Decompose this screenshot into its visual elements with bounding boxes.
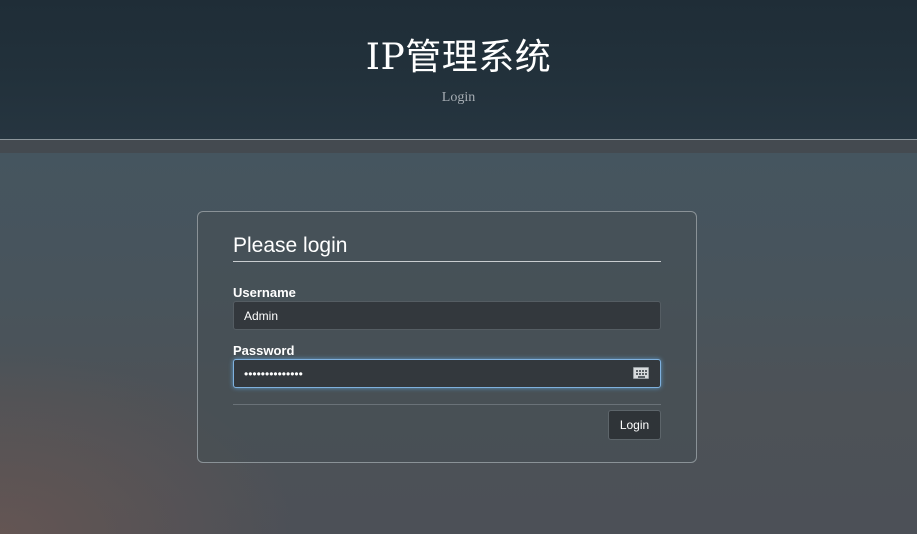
login-button[interactable]: Login [608,410,661,440]
username-input[interactable] [233,301,661,330]
keyboard-icon[interactable] [633,367,649,379]
username-label: Username [233,285,296,300]
page-subtitle: Login [441,90,476,105]
password-label: Password [233,343,295,358]
page-title: IP管理系统 [365,37,552,78]
header-separator-band [0,140,917,153]
login-panel-title: Please login [233,234,661,262]
password-input[interactable] [233,359,661,388]
login-panel: Please login Username Password Login [197,211,697,463]
form-divider [233,404,661,405]
page-header: IP管理系统 Login [0,0,917,140]
